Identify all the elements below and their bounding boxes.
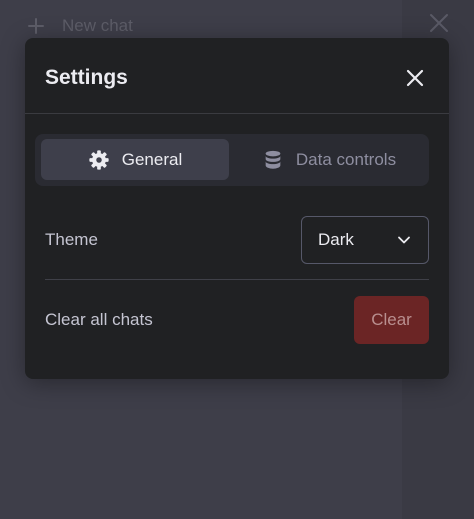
gear-icon [89, 149, 109, 170]
theme-label: Theme [45, 230, 98, 249]
tab-general[interactable]: General [41, 139, 229, 180]
modal-header: Settings [25, 38, 449, 114]
close-icon[interactable] [428, 12, 450, 34]
theme-select[interactable]: Dark [301, 216, 429, 264]
tab-data-controls[interactable]: Data controls [235, 139, 423, 180]
theme-setting: Theme Dark [45, 216, 429, 264]
modal-title: Settings [45, 66, 128, 89]
settings-modal: Settings General Data controls Theme Dar… [25, 38, 449, 379]
settings-tabs: General Data controls [35, 134, 429, 186]
plus-icon [28, 18, 44, 34]
tab-data-controls-label: Data controls [295, 149, 397, 169]
tab-general-label: General [121, 149, 183, 169]
new-chat-label: New chat [62, 16, 133, 35]
new-chat-button[interactable]: New chat [26, 12, 133, 40]
clear-button[interactable]: Clear [354, 296, 429, 344]
clear-chats-setting: Clear all chats Clear [45, 296, 429, 344]
close-icon[interactable] [403, 66, 427, 90]
database-icon [265, 150, 281, 169]
divider [45, 279, 429, 280]
chevron-down-icon [398, 236, 410, 244]
theme-selected-value: Dark [318, 230, 354, 249]
clear-chats-label: Clear all chats [45, 310, 153, 329]
